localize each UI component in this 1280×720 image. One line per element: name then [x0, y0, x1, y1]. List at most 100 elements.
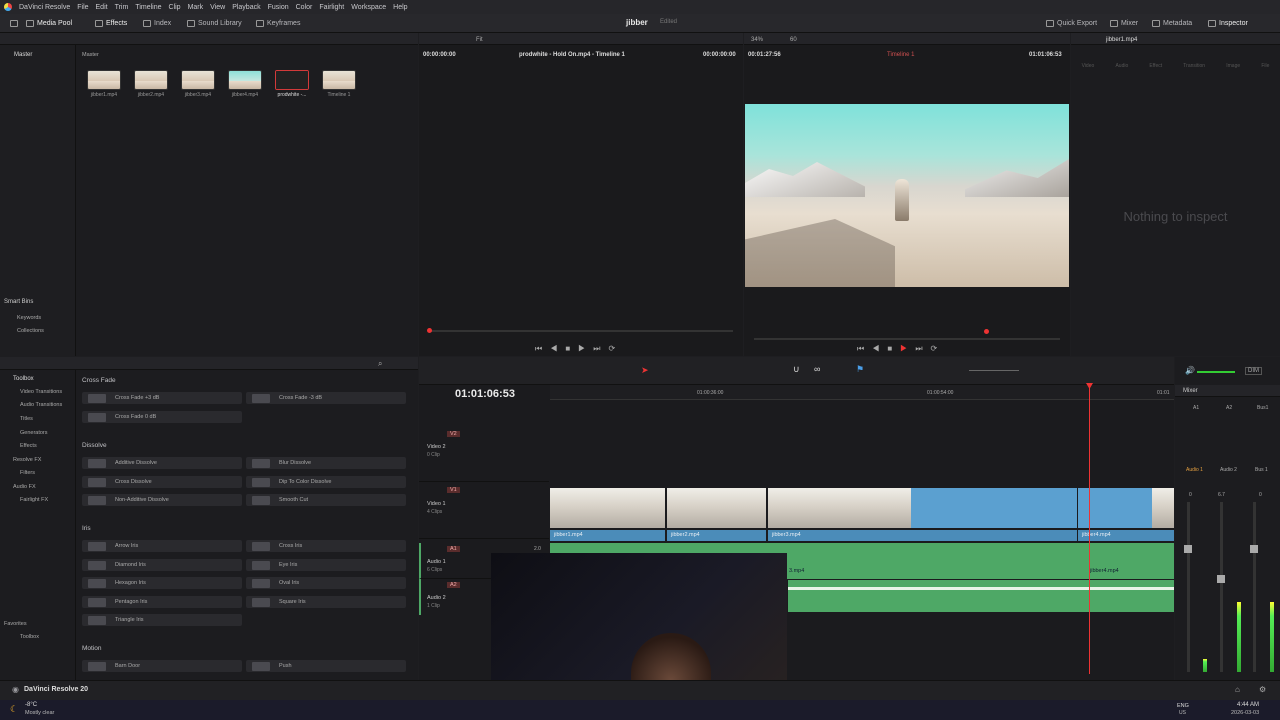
fader-bus1[interactable] — [1250, 545, 1258, 553]
fx-cross-fade-plus3[interactable]: Cross Fade +3 dB — [82, 392, 242, 404]
video-clip-jibber4-frame[interactable] — [1152, 488, 1174, 528]
weather-desc[interactable]: Mostly clear — [25, 710, 54, 716]
source-zoom[interactable]: Fit — [476, 37, 483, 43]
layout-toggle-button[interactable] — [10, 18, 18, 29]
video-clip-jibber3[interactable] — [768, 488, 911, 528]
fx-arrow-iris[interactable]: Arrow Iris — [82, 540, 242, 552]
fx-push[interactable]: Push — [246, 660, 406, 672]
menu-clip[interactable]: Clip — [169, 4, 181, 11]
home-icon[interactable]: ⌂ — [1235, 685, 1240, 694]
clock-time[interactable]: 4:44 AM — [1237, 702, 1259, 708]
tree-fairlight-fx[interactable]: Fairlight FX — [20, 497, 48, 503]
fx-oval-iris[interactable]: Oval Iris — [246, 577, 406, 589]
fx-cross-fade-0[interactable]: Cross Fade 0 dB — [82, 411, 242, 423]
tab-effect[interactable]: Effect — [1149, 63, 1162, 69]
fx-additive-dissolve[interactable]: Additive Dissolve — [82, 457, 242, 469]
timeline-viewer-name[interactable]: Timeline 1 — [887, 52, 914, 58]
tab-audio[interactable]: Audio — [1115, 63, 1128, 69]
tab-file[interactable]: File — [1261, 63, 1269, 69]
tree-effects[interactable]: Effects — [20, 443, 37, 449]
effects-button[interactable]: Effects — [95, 18, 127, 29]
bin-master[interactable]: Master — [14, 52, 32, 58]
video-clip-jibber3-tail[interactable] — [911, 488, 1077, 528]
timeline-playhead[interactable] — [1089, 384, 1090, 674]
fader-a1[interactable] — [1184, 545, 1192, 553]
volume-icon[interactable]: 🔊 — [1185, 366, 1195, 375]
smart-bin-collections[interactable]: Collections — [17, 328, 44, 334]
timeline-scrubber[interactable] — [754, 338, 1060, 340]
fx-diamond-iris[interactable]: Diamond Iris — [82, 559, 242, 571]
menu-timeline[interactable]: Timeline — [135, 4, 161, 11]
search-icon[interactable]: ⌕ — [378, 359, 382, 369]
video-clip-jibber1[interactable] — [550, 488, 665, 528]
fx-square-iris[interactable]: Square Iris — [246, 596, 406, 608]
tree-generators[interactable]: Generators — [20, 430, 48, 436]
menu-mark[interactable]: Mark — [188, 4, 204, 11]
menu-trim[interactable]: Trim — [115, 4, 129, 11]
fx-cross-iris[interactable]: Cross Iris — [246, 540, 406, 552]
audio-clip-a2[interactable] — [788, 580, 1174, 612]
tree-video-transitions[interactable]: Video Transitions — [20, 389, 62, 395]
clip-thumb-jibber3[interactable] — [181, 70, 215, 90]
tree-toolbox[interactable]: Toolbox — [13, 376, 34, 382]
tree-filters[interactable]: Filters — [20, 470, 35, 476]
tab-video[interactable]: Video — [1082, 63, 1095, 69]
timeline-viewer-zoom[interactable]: 34% — [751, 37, 763, 43]
fx-cross-fade-minus3[interactable]: Cross Fade -3 dB — [246, 392, 406, 404]
selection-tool-icon[interactable]: ➤ — [641, 365, 649, 376]
fx-barn-door[interactable]: Barn Door — [82, 660, 242, 672]
input-region[interactable]: US — [1179, 710, 1186, 716]
fx-blur-dissolve[interactable]: Blur Dissolve — [246, 457, 406, 469]
menu-help[interactable]: Help — [393, 4, 407, 11]
fx-hexagon-iris[interactable]: Hexagon Iris — [82, 577, 242, 589]
clip-thumb-timeline1[interactable] — [322, 70, 356, 90]
fader-a2[interactable] — [1217, 575, 1225, 583]
section-iris[interactable]: Iris — [82, 525, 91, 532]
snapping-icon[interactable]: ∪ — [793, 364, 800, 375]
fx-non-additive-dissolve[interactable]: Non-Additive Dissolve — [82, 494, 242, 506]
fx-dip-to-color[interactable]: Dip To Color Dissolve — [246, 476, 406, 488]
inspector-button[interactable]: Inspector — [1208, 18, 1248, 29]
tab-transition[interactable]: Transition — [1183, 63, 1205, 69]
weather-temp[interactable]: -8°C — [25, 702, 37, 708]
fx-smooth-cut[interactable]: Smooth Cut — [246, 494, 406, 506]
settings-gear-icon[interactable]: ⚙ — [1259, 685, 1266, 694]
menu-fairlight[interactable]: Fairlight — [319, 4, 344, 11]
menu-file[interactable]: File — [77, 4, 88, 11]
tree-audio-fx[interactable]: Audio FX — [13, 484, 36, 490]
tree-titles[interactable]: Titles — [20, 416, 33, 422]
favorites-label[interactable]: Favorites — [4, 621, 27, 627]
clip-thumb-prodwhite[interactable] — [275, 70, 309, 90]
timeline-ruler[interactable] — [550, 385, 1174, 400]
index-button[interactable]: Index — [143, 18, 171, 29]
quick-export-button[interactable]: Quick Export — [1046, 18, 1097, 29]
metadata-button[interactable]: Metadata — [1152, 18, 1192, 29]
timeline-timecode[interactable]: 01:01:06:53 — [455, 388, 515, 400]
clip-thumb-jibber4[interactable] — [228, 70, 262, 90]
linked-selection-icon[interactable]: ∞ — [814, 364, 820, 374]
video-clip-jibber2[interactable] — [667, 488, 766, 528]
tree-audio-transitions[interactable]: Audio Transitions — [20, 402, 62, 408]
source-scrubber[interactable] — [429, 330, 733, 332]
fx-triangle-iris[interactable]: Triangle Iris — [82, 614, 242, 626]
zoom-slider[interactable] — [969, 370, 1019, 371]
source-playhead-marker[interactable] — [427, 328, 432, 333]
fx-eye-iris[interactable]: Eye Iris — [246, 559, 406, 571]
source-transport-controls[interactable]: ⏮◀■▶⏭⟳ — [535, 344, 623, 354]
mixer-button[interactable]: Mixer — [1110, 18, 1138, 29]
keyframes-button[interactable]: Keyframes — [256, 18, 300, 29]
timeline-playhead-marker[interactable] — [984, 329, 989, 334]
media-pool-button[interactable]: Media Pool — [26, 18, 72, 29]
clip-thumb-jibber2[interactable] — [134, 70, 168, 90]
tab-image[interactable]: Image — [1226, 63, 1240, 69]
timeline-transport-controls[interactable]: ⏮◀■▶⏭⟳ — [857, 344, 945, 354]
clip-thumb-jibber1[interactable] — [87, 70, 121, 90]
fx-pentagon-iris[interactable]: Pentagon Iris — [82, 596, 242, 608]
tree-resolve-fx[interactable]: Resolve FX — [13, 457, 41, 463]
flag-icon[interactable]: ⚑ — [856, 364, 864, 375]
master-volume-slider[interactable] — [1197, 371, 1235, 373]
clock-date[interactable]: 2026-03-03 — [1231, 710, 1259, 716]
menu-fusion[interactable]: Fusion — [268, 4, 289, 11]
menu-color[interactable]: Color — [296, 4, 313, 11]
menu-edit[interactable]: Edit — [96, 4, 108, 11]
